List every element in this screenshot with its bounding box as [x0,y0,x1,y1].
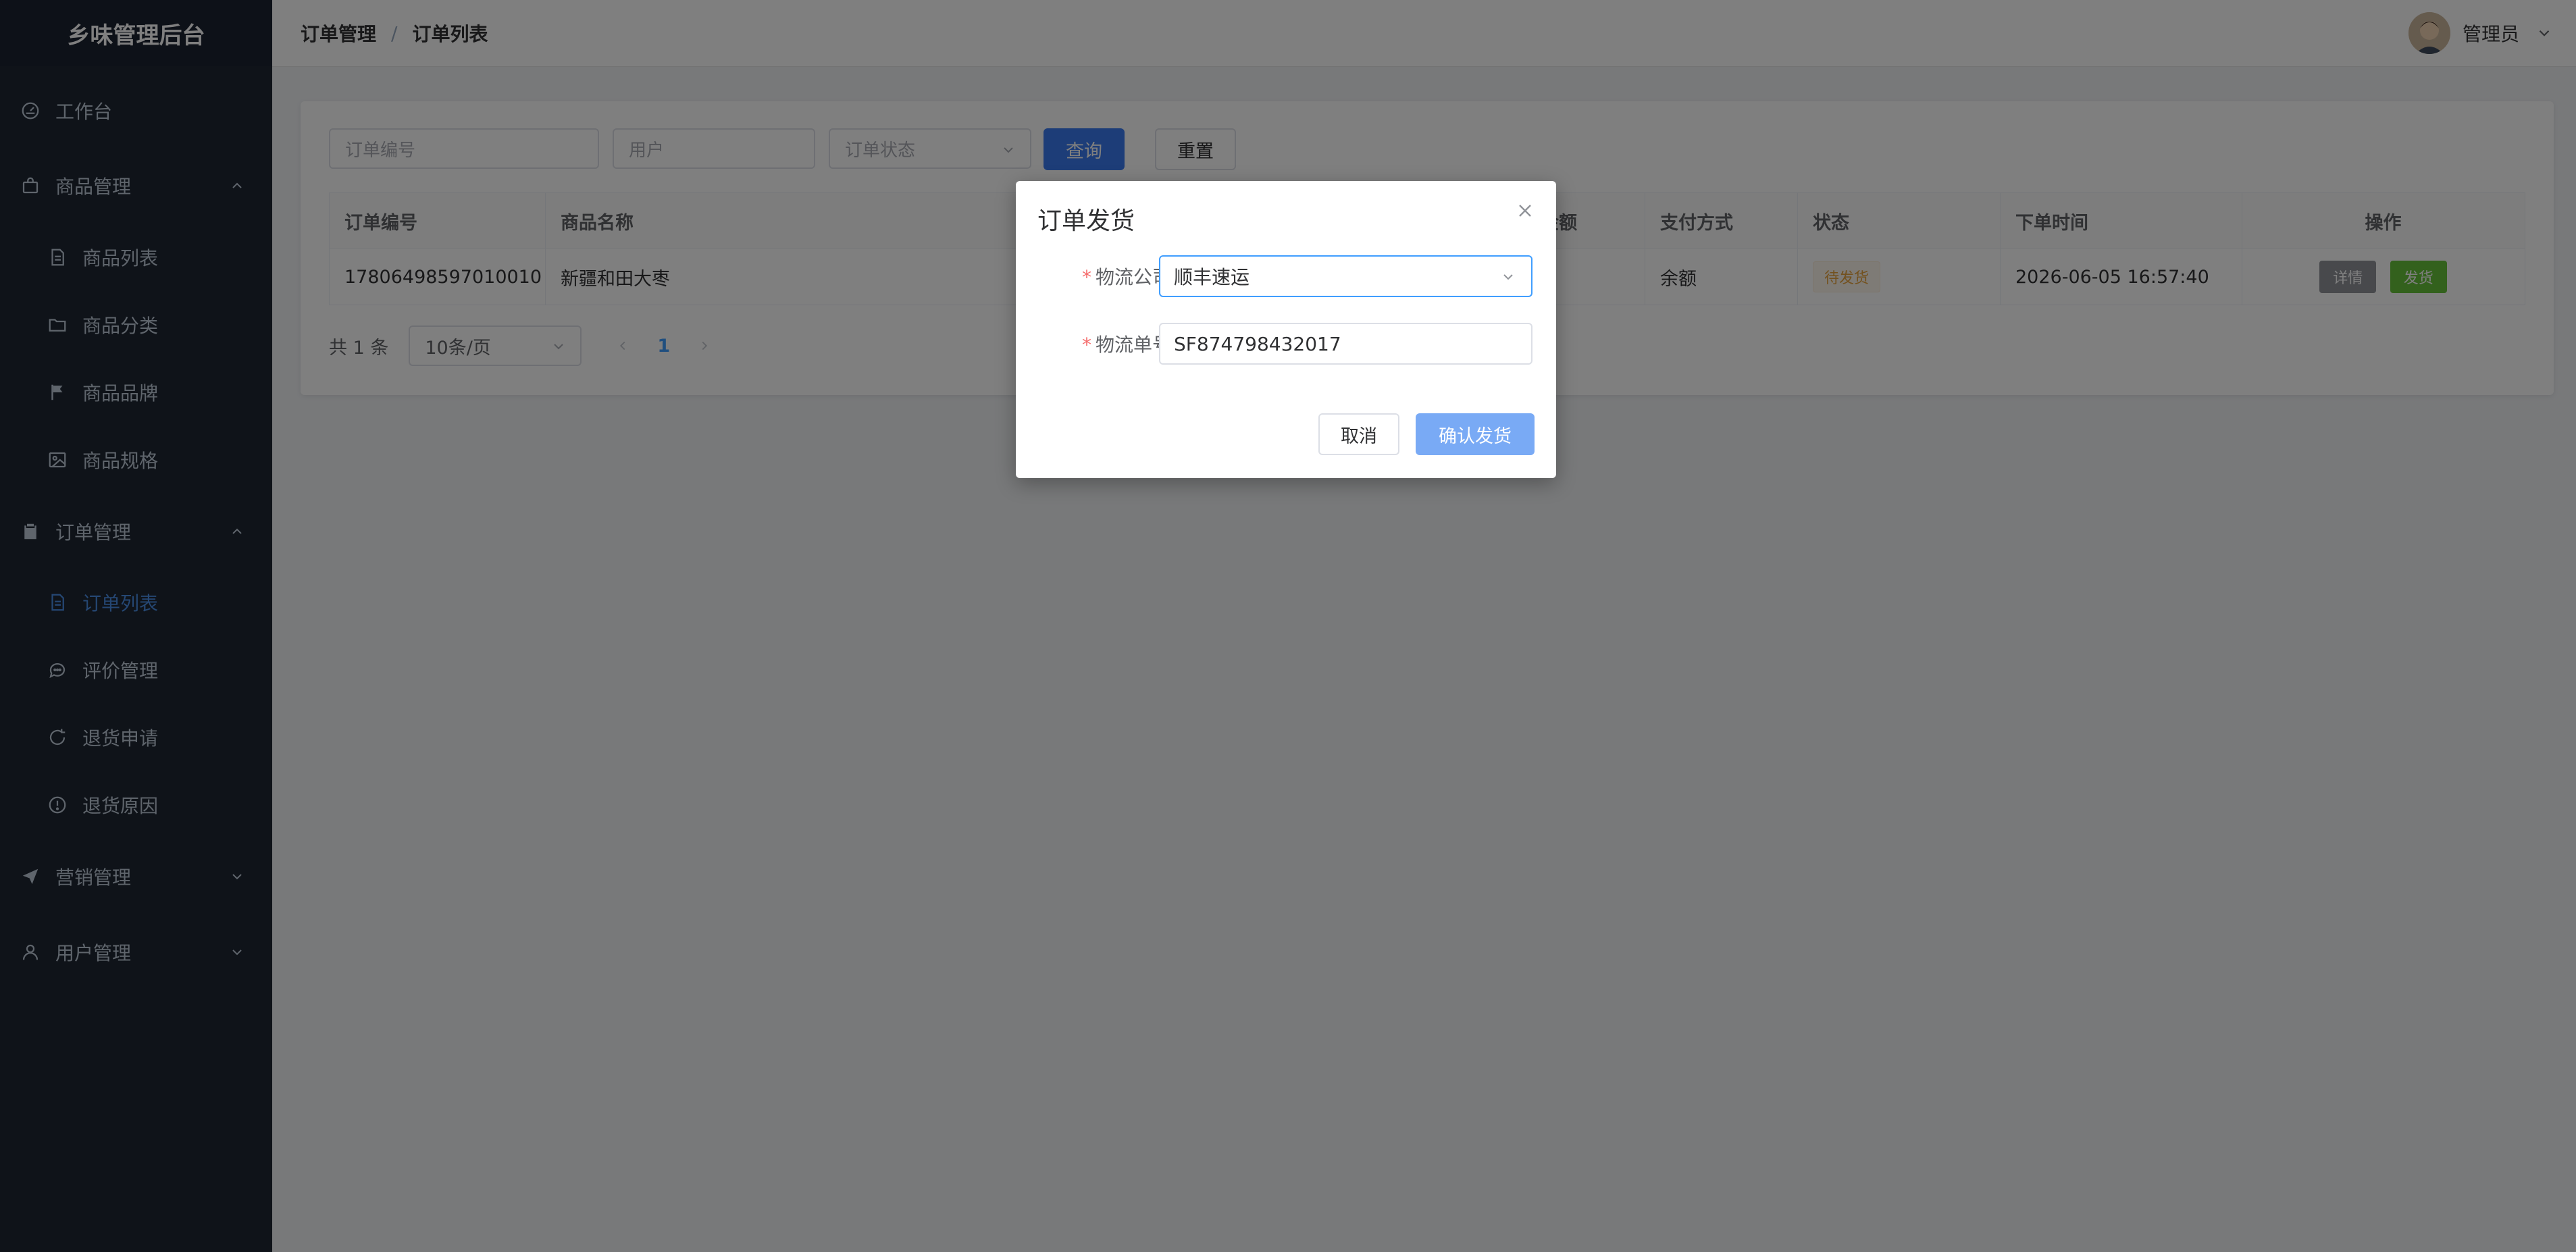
close-icon[interactable] [1514,200,1536,221]
required-mark: * [1081,266,1091,288]
chevron-down-icon [1503,274,1513,280]
company-select-value: 顺丰速运 [1174,266,1250,288]
tracking-label: * 物流单号 [1043,330,1171,357]
confirm-ship-button[interactable]: 确认发货 [1416,413,1535,455]
required-mark: * [1081,334,1091,356]
ship-order-dialog: 订单发货 * 物流公司 顺丰速运 * 物流单号 SF874798432017 取消 … [1016,181,1556,478]
company-select[interactable]: 顺丰速运 [1159,255,1532,297]
dialog-title: 订单发货 [1037,207,1135,235]
tracking-input[interactable]: SF874798432017 [1159,323,1532,365]
tracking-input-value: SF874798432017 [1174,332,1341,355]
company-label: * 物流公司 [1043,263,1171,290]
cancel-button[interactable]: 取消 [1318,413,1399,455]
